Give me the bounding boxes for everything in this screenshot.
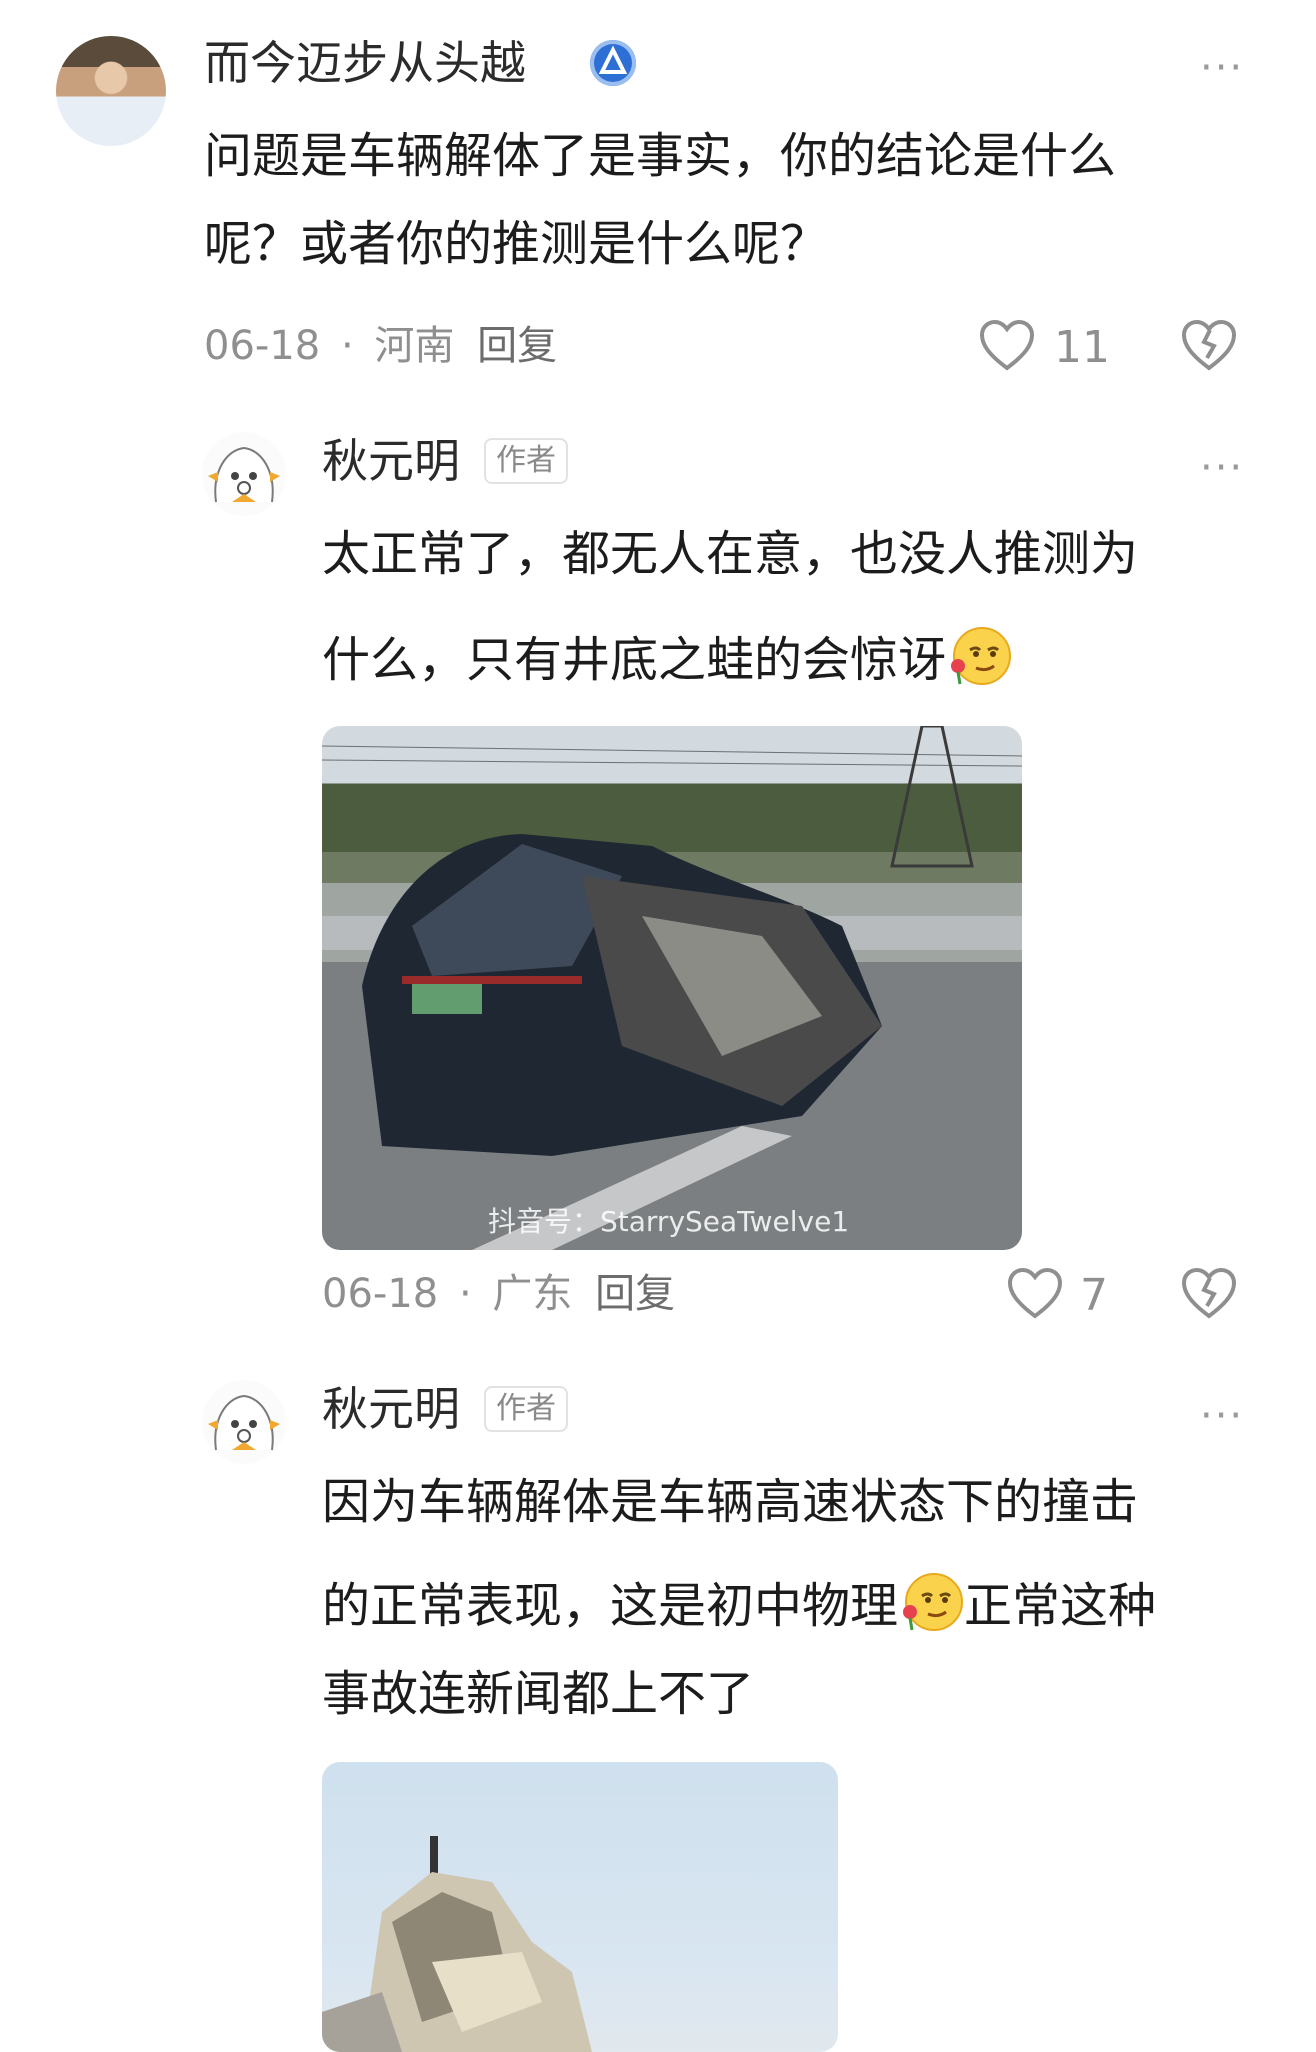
comment-image[interactable]: [322, 1762, 838, 2052]
like-button[interactable]: [1006, 1266, 1064, 1324]
reply-button[interactable]: 回复: [595, 1271, 675, 1317]
dislike-button[interactable]: [1180, 1266, 1238, 1324]
like-button[interactable]: [978, 318, 1036, 376]
heart-outline-icon: [979, 319, 1035, 371]
broken-heart-icon: [1181, 319, 1237, 371]
dislike-button[interactable]: [1180, 318, 1238, 376]
more-options-button[interactable]: ···: [1200, 1396, 1244, 1436]
avatar[interactable]: [202, 432, 286, 516]
reply-text: 什么，只有井底之蛙的会惊讶: [322, 632, 947, 688]
meta-separator: ·: [340, 323, 354, 369]
more-options-button[interactable]: ···: [1200, 48, 1244, 88]
broken-heart-icon: [1181, 1267, 1237, 1319]
author-tag: 作者: [484, 438, 568, 484]
comment-date: 06-18: [204, 323, 321, 369]
avatar[interactable]: [56, 36, 166, 146]
more-options-button[interactable]: ···: [1200, 448, 1244, 488]
comment-text-line: 问题是车辆解体了是事实，你的结论是什么: [204, 128, 1117, 184]
reply-username[interactable]: 秋元明: [322, 438, 460, 484]
comment-meta: 06-18 · 河南 回复: [204, 326, 557, 366]
reply-meta: 06-18 · 广东 回复: [322, 1274, 675, 1314]
comment-text-line: 呢？或者你的推测是什么呢？: [204, 216, 829, 272]
like-count: 11: [1054, 322, 1110, 373]
reply-text: 正常这种: [964, 1578, 1157, 1634]
reply-text-line: 什么，只有井底之蛙的会惊讶: [322, 616, 1012, 704]
reply-text-line: 的正常表现，这是初中物理 正常这种: [322, 1562, 1156, 1650]
avatar[interactable]: [202, 1380, 286, 1464]
reply-text-line: 因为车辆解体是车辆高速状态下的撞击: [322, 1474, 1139, 1530]
reply-button[interactable]: 回复: [477, 323, 557, 369]
author-tag: 作者: [484, 1386, 568, 1432]
comment-username[interactable]: 而今迈步从头越: [204, 40, 526, 86]
like-count: 7: [1080, 1270, 1108, 1321]
meta-separator: ·: [458, 1271, 472, 1317]
flower-smirk-emoji: [903, 1573, 964, 1631]
heart-outline-icon: [1007, 1267, 1063, 1319]
flower-smirk-emoji: [951, 627, 1012, 685]
comment-location: 河南: [374, 323, 455, 369]
reply-text-line: 太正常了，都无人在意，也没人推测为: [322, 526, 1139, 582]
reply-username[interactable]: 秋元明: [322, 1386, 460, 1432]
image-watermark: 抖音号：StarrySeaTwelve1: [488, 1205, 849, 1238]
reply-text-line: 事故连新闻都上不了: [322, 1666, 755, 1722]
reply-text: 的正常表现，这是初中物理: [322, 1578, 899, 1634]
reply-date: 06-18: [322, 1271, 439, 1317]
reply-location: 广东: [492, 1271, 573, 1317]
comment-image[interactable]: 抖音号：StarrySeaTwelve1: [322, 726, 1022, 1250]
verified-badge-icon: [590, 40, 636, 86]
